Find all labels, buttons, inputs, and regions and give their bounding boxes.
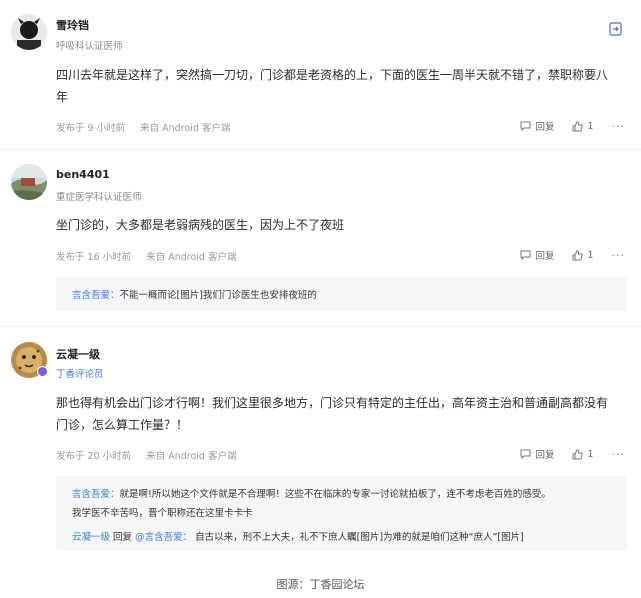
reply-thread: 言含吾爱：就是啊!所以她这个文件就是不合理啊！这些不在临床的专家一讨论就拍板了，… bbox=[56, 476, 627, 550]
avatar[interactable] bbox=[11, 14, 47, 50]
reply-label: 回复 bbox=[535, 450, 555, 461]
comment-text-line: 年 bbox=[56, 90, 69, 104]
like-button[interactable]: 1 bbox=[572, 249, 594, 261]
more-icon[interactable]: ··· bbox=[612, 448, 626, 461]
reply-label: 回复 bbox=[535, 122, 555, 133]
comment-text: 坐门诊的，大多都是老弱病残的医生，因为上不了夜班 bbox=[56, 214, 626, 236]
reply-item: 云凝一级 回复 @言含吾爱： 自古以来，刑不上大夫，礼不下庶人瞩[图片]为难的就… bbox=[72, 529, 524, 543]
reply-text: 自古以来，刑不上大夫，礼不下庶人瞩[图片]为难的就是咱们这种“庶人”[图片] bbox=[195, 532, 524, 543]
comment-meta: 发布于 20 小时前 来自 Android 客户端 bbox=[56, 448, 248, 462]
like-count: 1 bbox=[587, 249, 594, 261]
reply-thread: 言含吾爱：不能一概而论[图片]我们门诊医生也安排夜班的 bbox=[56, 277, 627, 311]
reply-item: 言含吾爱：就是啊!所以她这个文件就是不合理啊！这些不在临床的专家一讨论就拍板了，… bbox=[72, 486, 551, 500]
divider bbox=[0, 149, 641, 150]
reply-button[interactable]: 回复 bbox=[520, 447, 554, 461]
avatar[interactable] bbox=[11, 164, 47, 200]
reply-author[interactable]: 云凝一级 bbox=[72, 532, 110, 543]
more-icon[interactable]: ··· bbox=[612, 249, 626, 262]
image-source-caption: 图源：丁香园论坛 bbox=[276, 578, 365, 591]
user-role: 重症医学科认证医师 bbox=[56, 192, 142, 203]
reply-text: 就是啊!所以她这个文件就是不合理啊！这些不在临床的专家一讨论就拍板了，连不考虑老… bbox=[119, 489, 551, 500]
reply-author[interactable]: 言含吾爱： bbox=[72, 489, 120, 500]
reply-button[interactable]: 回复 bbox=[520, 248, 554, 262]
reply-author[interactable]: 言含吾爱： bbox=[72, 290, 120, 301]
post-time: 发布于 16 小时前 bbox=[56, 252, 132, 263]
comment-text-line: 四川去年就是这样了，突然搞一刀切，门诊都是老资格的上，下面的医生一周半天就不错了… bbox=[56, 68, 609, 82]
thumbs-up-icon bbox=[572, 120, 584, 131]
share-icon[interactable] bbox=[609, 22, 622, 36]
verified-badge-icon bbox=[37, 366, 48, 377]
comment-meta: 发布于 16 小时前 来自 Android 客户端 bbox=[56, 249, 248, 263]
comment-actions: 回复 1 ··· bbox=[502, 248, 625, 262]
comment-icon bbox=[520, 250, 531, 260]
comment-text-line: 坐门诊的，大多都是老弱病残的医生，因为上不了夜班 bbox=[56, 218, 345, 232]
reply-connector: 回复 bbox=[113, 532, 133, 543]
post-source: 来自 Android 客户端 bbox=[146, 451, 237, 462]
comment-text: 四川去年就是这样了，突然搞一刀切，门诊都是老资格的上，下面的医生一周半天就不错了… bbox=[56, 64, 626, 108]
thumbs-up-icon bbox=[572, 249, 584, 260]
post-time: 发布于 9 小时前 bbox=[56, 123, 126, 134]
user-role[interactable]: 丁香评论员 bbox=[56, 366, 104, 380]
comment-icon bbox=[520, 121, 531, 131]
reply-target[interactable]: @言含吾爱： bbox=[135, 532, 192, 543]
reply-label: 回复 bbox=[535, 251, 555, 262]
like-button[interactable]: 1 bbox=[572, 448, 594, 460]
comment-text-line: 那也得有机会出门诊才行啊！我们这里很多地方，门诊只有特定的主任出，高年资主治和普… bbox=[56, 396, 609, 410]
post-source: 来自 Android 客户端 bbox=[140, 123, 231, 134]
post-source: 来自 Android 客户端 bbox=[146, 252, 237, 263]
user-role: 呼吸科认证医师 bbox=[56, 41, 123, 52]
like-count: 1 bbox=[587, 448, 594, 460]
reply-item: 言含吾爱：不能一概而论[图片]我们门诊医生也安排夜班的 bbox=[72, 287, 317, 301]
comment-actions: 回复 1 ··· bbox=[502, 119, 625, 133]
more-icon[interactable]: ··· bbox=[612, 120, 626, 133]
comment-actions: 回复 1 ··· bbox=[502, 447, 625, 461]
reply-text: 不能一概而论[图片]我们门诊医生也安排夜班的 bbox=[119, 290, 317, 301]
username[interactable]: ben4401 bbox=[56, 168, 110, 181]
username[interactable]: 雪玲铛 bbox=[56, 17, 89, 33]
divider bbox=[0, 326, 641, 327]
thumbs-up-icon bbox=[572, 448, 584, 459]
comment-icon bbox=[520, 449, 531, 459]
username[interactable]: 云凝一级 bbox=[56, 346, 100, 362]
like-button[interactable]: 1 bbox=[572, 120, 594, 132]
reply-button[interactable]: 回复 bbox=[520, 119, 554, 133]
comment-text-line: 门诊，怎么算工作量？！ bbox=[56, 418, 189, 432]
comment-meta: 发布于 9 小时前 来自 Android 客户端 bbox=[56, 120, 242, 134]
post-time: 发布于 20 小时前 bbox=[56, 451, 132, 462]
reply-text-continuation: 我学医不辛苦吗，晋个职称还在这里卡卡卡 bbox=[72, 508, 253, 519]
like-count: 1 bbox=[587, 120, 594, 132]
comment-text: 那也得有机会出门诊才行啊！我们这里很多地方，门诊只有特定的主任出，高年资主治和普… bbox=[56, 392, 626, 436]
